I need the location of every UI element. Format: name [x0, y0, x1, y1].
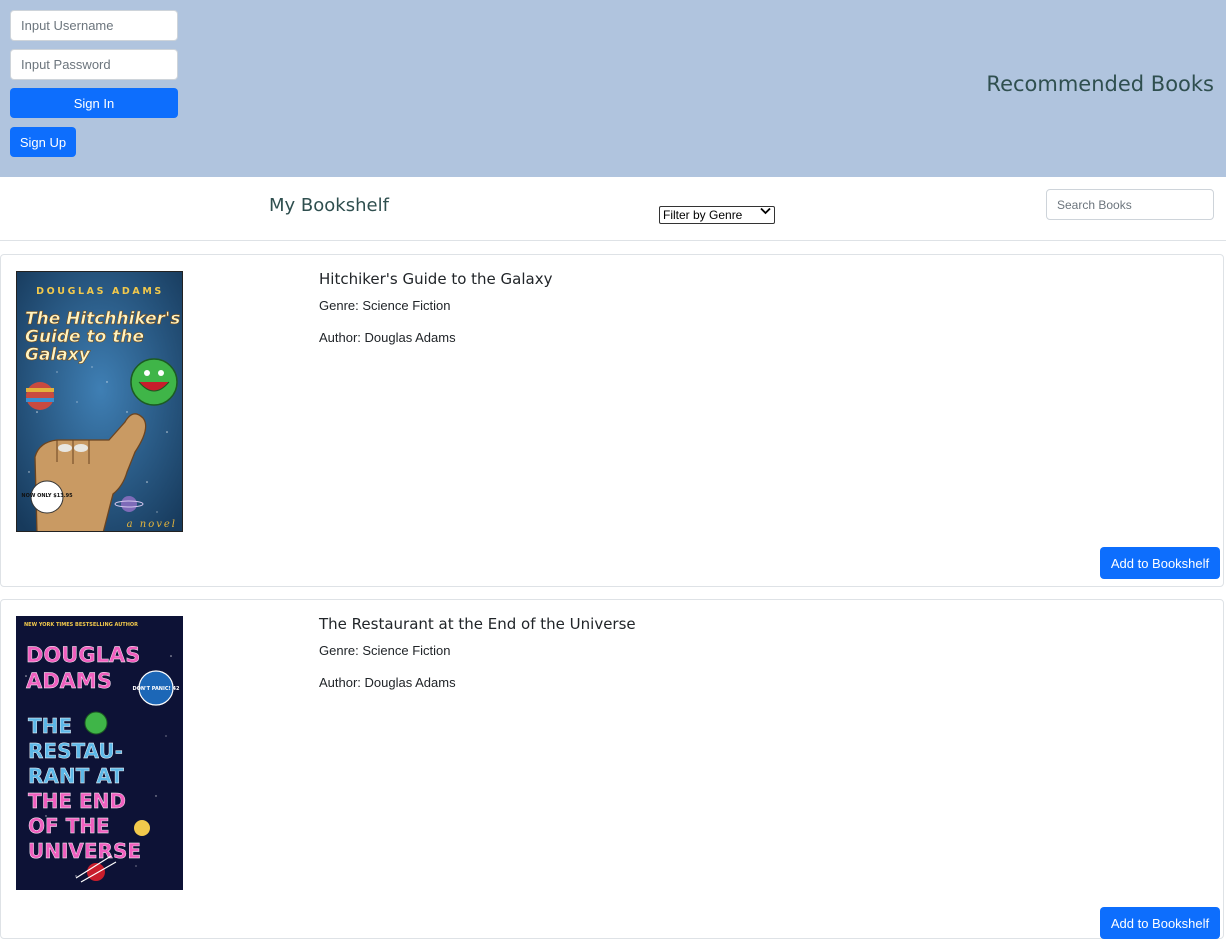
svg-text:THE END: THE END — [28, 789, 126, 813]
search-input[interactable] — [1046, 189, 1214, 220]
svg-text:The Hitchhiker's: The Hitchhiker's — [25, 309, 180, 329]
cover-footer-text: a novel — [127, 519, 177, 530]
svg-text:Galaxy: Galaxy — [25, 345, 91, 365]
sign-up-button[interactable]: Sign Up — [10, 127, 76, 157]
username-input[interactable] — [10, 10, 178, 41]
book-genre: Genre: Science Fiction — [319, 643, 451, 658]
svg-text:OF THE: OF THE — [28, 814, 110, 838]
book-genre: Genre: Science Fiction — [319, 298, 451, 313]
svg-text:Guide to the: Guide to the — [25, 327, 144, 347]
book-author: Author: Douglas Adams — [319, 330, 456, 345]
bookshelf-title: My Bookshelf — [269, 195, 389, 216]
book-cover-image: DOUGLAS ADAMS The Hitchhiker's Guide to … — [16, 271, 183, 532]
svg-text:UNIVERSE: UNIVERSE — [28, 839, 141, 863]
cover-author-text: DOUGLAS ADAMS — [36, 286, 164, 297]
book-title: Hitchiker's Guide to the Galaxy — [319, 270, 553, 288]
header-banner: Sign In Sign Up Recommended Books — [0, 0, 1226, 177]
cover-top-text: NEW YORK TIMES BESTSELLING AUTHOR — [24, 622, 138, 628]
svg-text:RESTAU-: RESTAU- — [28, 739, 123, 763]
cover-badge-text: DON'T PANIC! 42 — [132, 686, 180, 692]
password-input[interactable] — [10, 49, 178, 80]
svg-text:THE: THE — [28, 714, 72, 738]
book-card: NEW YORK TIMES BESTSELLING AUTHOR DOUGLA… — [0, 599, 1224, 939]
sign-in-button[interactable]: Sign In — [10, 88, 178, 118]
svg-text:ADAMS: ADAMS — [26, 669, 112, 693]
book-card: DOUGLAS ADAMS The Hitchhiker's Guide to … — [0, 254, 1224, 587]
add-to-bookshelf-button[interactable]: Add to Bookshelf — [1100, 907, 1220, 939]
cover-badge-text: NOW ONLY $13.95 — [21, 493, 73, 499]
book-cover-image: NEW YORK TIMES BESTSELLING AUTHOR DOUGLA… — [16, 616, 183, 890]
book-author: Author: Douglas Adams — [319, 675, 456, 690]
svg-text:RANT AT: RANT AT — [28, 764, 124, 788]
svg-text:DOUGLAS: DOUGLAS — [26, 643, 140, 667]
genre-filter-select[interactable]: Filter by Genre — [659, 206, 775, 224]
divider — [0, 240, 1226, 241]
page-title: Recommended Books — [986, 72, 1214, 96]
add-to-bookshelf-button[interactable]: Add to Bookshelf — [1100, 547, 1220, 579]
book-title: The Restaurant at the End of the Univers… — [319, 615, 636, 633]
